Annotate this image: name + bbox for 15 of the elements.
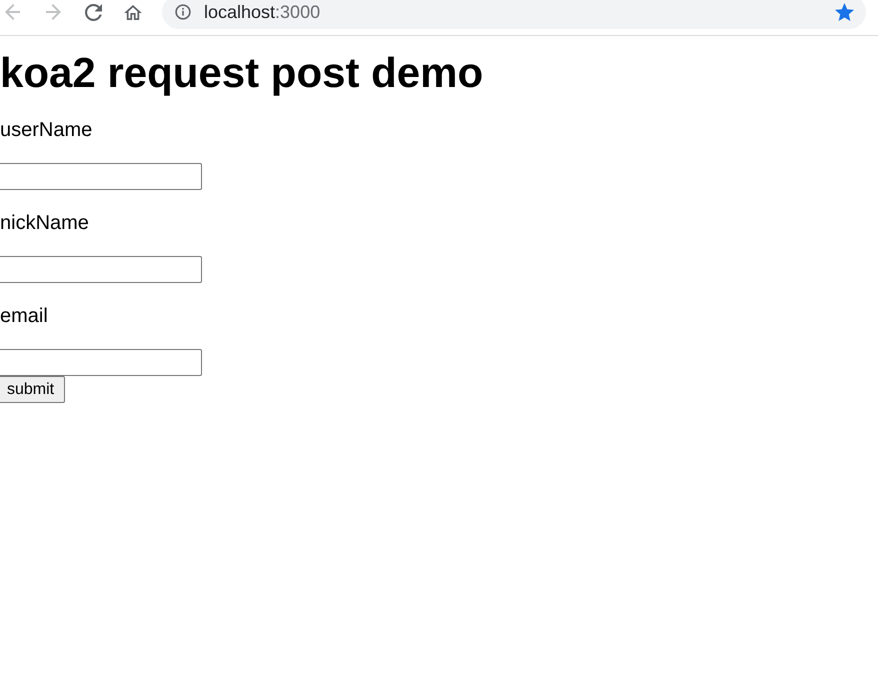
url-host-text: localhost xyxy=(204,2,276,22)
url-port-text: :3000 xyxy=(275,2,320,22)
home-icon[interactable] xyxy=(124,4,142,20)
text-input[interactable] xyxy=(0,163,202,190)
field-label: userName xyxy=(0,118,94,142)
field-label: email xyxy=(0,304,49,328)
page-heading: koa2 request post demo xyxy=(0,49,484,97)
submit-button[interactable]: submit xyxy=(0,376,66,403)
star-icon[interactable] xyxy=(835,3,854,21)
address-bar[interactable]: localhost:3000 xyxy=(162,0,866,29)
info-icon[interactable] xyxy=(175,4,191,20)
field-label: nickName xyxy=(0,211,90,235)
text-input[interactable] xyxy=(0,349,202,376)
text-input[interactable] xyxy=(0,256,202,283)
reload-icon[interactable] xyxy=(84,4,102,20)
